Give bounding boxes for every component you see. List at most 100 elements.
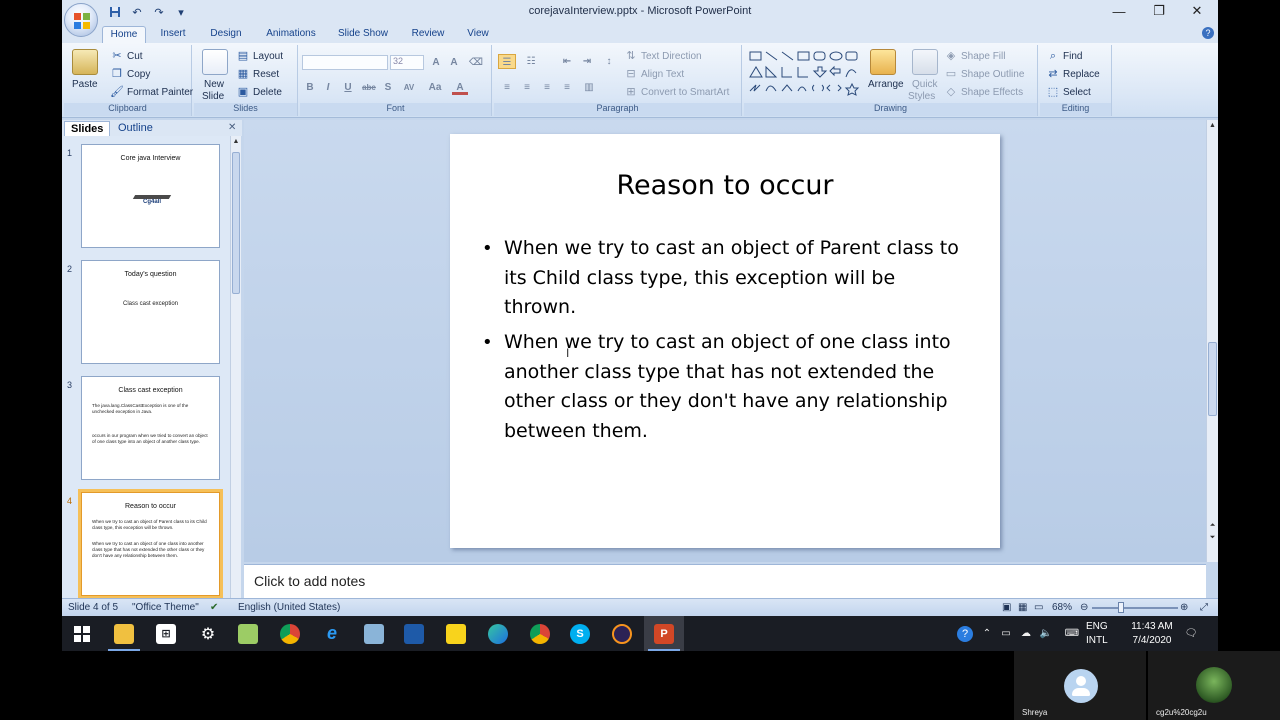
- reset-button[interactable]: ▦ Reset: [236, 67, 279, 81]
- thumbnail-scrollbar[interactable]: ▲: [230, 136, 241, 598]
- copy-button[interactable]: ❐ Copy: [110, 67, 150, 81]
- taskbar-chrome-2[interactable]: [520, 616, 560, 651]
- text-direction-button[interactable]: ⇅ Text Direction: [624, 49, 701, 63]
- justify-icon[interactable]: ≡: [558, 80, 576, 95]
- tab-home[interactable]: Home: [102, 26, 146, 43]
- clock[interactable]: 11:43 AM 7/4/2020: [1120, 620, 1184, 648]
- slide-scroll-thumb[interactable]: [1208, 342, 1217, 416]
- taskbar-sticky-notes[interactable]: [436, 616, 476, 651]
- help-icon[interactable]: ?: [1202, 27, 1214, 39]
- next-slide-icon[interactable]: ⏷: [1208, 534, 1217, 542]
- taskbar-app[interactable]: [354, 616, 394, 651]
- spellcheck-icon[interactable]: ✔: [210, 602, 218, 613]
- font-color-button[interactable]: A: [452, 80, 468, 95]
- taskbar-store[interactable]: ⊞: [146, 616, 186, 651]
- close-pane-icon[interactable]: ✕: [228, 122, 236, 133]
- decrease-indent-icon[interactable]: ⇤: [558, 54, 576, 69]
- select-button[interactable]: ⬚ Select: [1046, 85, 1091, 99]
- tab-outline[interactable]: Outline: [112, 121, 159, 136]
- zoom-out-icon[interactable]: ⊖: [1080, 602, 1088, 613]
- new-slide-button-2[interactable]: Slide: [202, 91, 224, 102]
- cloud-icon[interactable]: ☁: [1018, 616, 1034, 651]
- paste-button[interactable]: Paste: [72, 79, 98, 90]
- bullets-icon[interactable]: ☰: [498, 54, 516, 69]
- strikethrough-button[interactable]: abe: [358, 80, 380, 95]
- shadow-button[interactable]: S: [380, 80, 396, 95]
- delete-button[interactable]: ▣ Delete: [236, 85, 282, 99]
- undo-icon[interactable]: ↶: [128, 3, 146, 21]
- zoom-slider-knob[interactable]: [1118, 602, 1124, 613]
- thumbnail-slide-1[interactable]: Core java Interview Cg4all: [81, 144, 220, 248]
- italic-button[interactable]: I: [320, 80, 336, 95]
- taskbar-internet-explorer[interactable]: e: [312, 616, 352, 651]
- slide-scrollbar[interactable]: ▲ ⏶ ⏷: [1206, 120, 1218, 562]
- chevron-up-icon[interactable]: ⌃: [980, 616, 994, 651]
- customize-icon[interactable]: ▾: [172, 3, 190, 21]
- taskbar-ide[interactable]: [394, 616, 434, 651]
- close-icon[interactable]: ✕: [1182, 2, 1212, 20]
- smartart-button[interactable]: ⊞ Convert to SmartArt: [624, 85, 729, 99]
- notification-icon[interactable]: 🗨: [1182, 616, 1200, 651]
- shape-effects-button[interactable]: ◇ Shape Effects: [944, 85, 1023, 99]
- help-tray-icon[interactable]: ?: [954, 616, 976, 651]
- font-name-field[interactable]: [302, 55, 388, 70]
- save-icon[interactable]: [106, 3, 124, 21]
- char-spacing-button[interactable]: AV: [398, 80, 420, 95]
- participant-tile-1[interactable]: Shreya: [1014, 651, 1146, 720]
- thumbnail-slide-2[interactable]: Today's question Class cast exception: [81, 260, 220, 364]
- taskbar-notepad-plus[interactable]: [228, 616, 268, 651]
- shapes-gallery-icon[interactable]: [748, 49, 864, 103]
- restore-icon[interactable]: ❐: [1144, 2, 1174, 20]
- current-slide[interactable]: Reason to occur • When we try to cast an…: [450, 134, 1000, 548]
- taskbar-powerpoint[interactable]: P: [644, 616, 684, 651]
- notes-pane[interactable]: Click to add notes: [244, 564, 1206, 598]
- change-case-button[interactable]: Aa: [424, 80, 446, 95]
- increase-indent-icon[interactable]: ⇥: [578, 54, 596, 69]
- find-button[interactable]: ⌕ Find: [1046, 49, 1083, 63]
- thumbnail-slide-4[interactable]: Reason to occur When we try to cast an o…: [78, 489, 223, 598]
- tab-slide-show[interactable]: Slide Show: [332, 26, 394, 43]
- participant-tile-2[interactable]: cg2u%20cg2u: [1148, 651, 1280, 720]
- shape-outline-button[interactable]: ▭ Shape Outline: [944, 67, 1025, 81]
- language-status[interactable]: English (United States): [238, 602, 340, 613]
- grow-font-icon[interactable]: A: [428, 55, 444, 70]
- slide-bullet-1[interactable]: • When we try to cast an object of Paren…: [482, 234, 964, 323]
- line-spacing-icon[interactable]: ↕: [600, 54, 618, 69]
- replace-button[interactable]: ⇄ Replace: [1046, 67, 1099, 81]
- slide-sorter-icon[interactable]: ▦: [1018, 602, 1027, 613]
- taskbar-settings[interactable]: ⚙: [188, 616, 228, 651]
- taskbar-file-explorer[interactable]: [104, 616, 144, 651]
- taskbar-edge[interactable]: [478, 616, 518, 651]
- tab-slides[interactable]: Slides: [64, 121, 111, 136]
- tab-view[interactable]: View: [458, 26, 498, 43]
- network-icon[interactable]: ▭: [998, 616, 1014, 651]
- tab-insert[interactable]: Insert: [152, 26, 194, 43]
- start-button[interactable]: [62, 616, 102, 651]
- taskbar-skype[interactable]: S: [560, 616, 600, 651]
- taskbar-eclipse[interactable]: [602, 616, 642, 651]
- numbering-icon[interactable]: ☷: [522, 54, 540, 69]
- zoom-slider[interactable]: [1092, 607, 1178, 609]
- slide-bullet-2[interactable]: • When we try to cast an object of one c…: [482, 328, 964, 446]
- new-slide-button-1[interactable]: New: [204, 79, 224, 90]
- shrink-font-icon[interactable]: A: [446, 55, 462, 70]
- slide-title[interactable]: Reason to occur: [450, 170, 1000, 201]
- font-size-field[interactable]: 32: [390, 55, 424, 70]
- thumbnail-slide-3[interactable]: Class cast exception The java.lang.Class…: [81, 376, 220, 480]
- slide-show-icon[interactable]: ▭: [1034, 602, 1043, 613]
- scroll-up-icon[interactable]: ▲: [1208, 122, 1217, 129]
- fit-slide-icon[interactable]: ⤢: [1200, 602, 1208, 613]
- arrange-button[interactable]: Arrange: [868, 79, 904, 90]
- align-left-icon[interactable]: ≡: [498, 80, 516, 95]
- cut-button[interactable]: ✂ Cut: [110, 49, 142, 63]
- thumbnail-scroll-thumb[interactable]: [232, 152, 240, 294]
- align-text-button[interactable]: ⊟ Align Text: [624, 67, 684, 81]
- tab-animations[interactable]: Animations: [258, 26, 324, 43]
- quick-styles-button-1[interactable]: Quick: [912, 79, 938, 90]
- tab-design[interactable]: Design: [202, 26, 250, 43]
- redo-icon[interactable]: ↷: [150, 3, 168, 21]
- volume-icon[interactable]: 🔈: [1038, 616, 1054, 651]
- previous-slide-icon[interactable]: ⏶: [1208, 522, 1217, 530]
- shape-fill-button[interactable]: ◈ Shape Fill: [944, 49, 1006, 63]
- clear-format-icon[interactable]: ⌫: [468, 55, 484, 70]
